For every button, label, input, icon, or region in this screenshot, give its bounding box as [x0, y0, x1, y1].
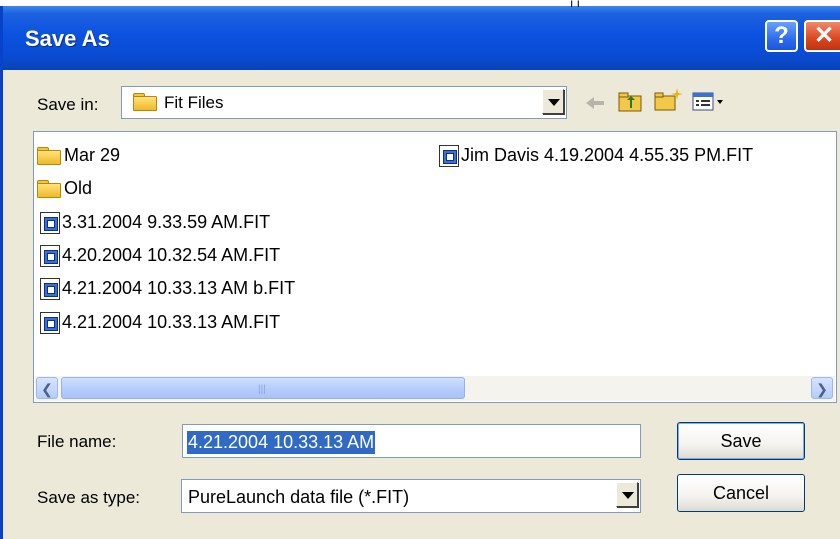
fit-file-icon	[40, 278, 60, 301]
save-as-type-dropdown-arrow[interactable]	[616, 482, 638, 507]
item-label: Old	[64, 178, 93, 198]
fit-file-icon	[40, 245, 60, 268]
save-in-dropdown-arrow[interactable]	[542, 89, 564, 114]
file-list[interactable]: Mar 29 Old 3.31.2004 9.33.59 AM.FIT 4.20…	[33, 131, 837, 403]
list-item[interactable]: 4.21.2004 10.33.13 AM b.FIT	[40, 275, 295, 301]
up-folder-icon[interactable]	[617, 90, 645, 114]
save-in-dropdown[interactable]: Fit Files	[121, 86, 567, 119]
top-edge-artifact: ı ı	[570, 0, 581, 10]
item-label: 4.21.2004 10.33.13 AM.FIT	[62, 312, 281, 332]
save-as-type-dropdown[interactable]: PureLaunch data file (*.FIT)	[181, 479, 641, 513]
list-item[interactable]: 4.21.2004 10.33.13 AM.FIT	[40, 309, 280, 335]
folder-icon	[36, 147, 62, 166]
item-label: Mar 29	[64, 145, 121, 165]
fit-file-icon	[40, 212, 60, 235]
scroll-thumb[interactable]: |||	[61, 377, 465, 399]
scroll-grip: |||	[258, 384, 266, 395]
file-name-input[interactable]: 4.21.2004 10.33.13 AM	[182, 424, 641, 458]
list-item[interactable]: Old	[36, 175, 92, 201]
save-in-label: Save in:	[37, 95, 99, 114]
save-as-dialog: Save As ? ✕ Save in: Fit Files Mar 29 Ol…	[0, 6, 840, 539]
new-folder-icon[interactable]	[653, 86, 685, 114]
horizontal-scrollbar[interactable]: ❮ ||| ❯	[35, 376, 835, 401]
cancel-button[interactable]: Cancel	[677, 474, 805, 512]
item-label: 3.31.2004 9.33.59 AM.FIT	[62, 212, 271, 232]
save-as-type-label: Save as type:	[37, 488, 141, 507]
item-label: Jim Davis 4.19.2004 4.55.35 PM.FIT	[461, 145, 754, 165]
item-label: 4.20.2004 10.32.54 AM.FIT	[62, 245, 281, 265]
save-in-value: Fit Files	[164, 93, 224, 112]
save-button[interactable]: Save	[677, 422, 805, 460]
scroll-left-button[interactable]: ❮	[36, 377, 58, 399]
help-button[interactable]: ?	[765, 20, 798, 52]
folder-icon	[132, 93, 158, 111]
file-name-value: 4.21.2004 10.33.13 AM	[187, 431, 376, 454]
scroll-right-button[interactable]: ❯	[811, 377, 833, 399]
folder-icon	[36, 180, 62, 199]
item-label: 4.21.2004 10.33.13 AM b.FIT	[62, 278, 296, 298]
list-item[interactable]: Jim Davis 4.19.2004 4.55.35 PM.FIT	[439, 142, 753, 168]
list-item[interactable]: Mar 29	[36, 142, 120, 168]
fit-file-icon	[40, 312, 60, 335]
window-title: Save As	[25, 26, 110, 51]
file-name-label: File name:	[37, 432, 117, 451]
save-as-type-value: PureLaunch data file (*.FIT)	[188, 487, 410, 507]
view-menu-icon[interactable]	[691, 90, 727, 114]
back-arrow-icon[interactable]	[583, 93, 607, 113]
list-item[interactable]: 4.20.2004 10.32.54 AM.FIT	[40, 242, 280, 268]
fit-file-icon	[439, 145, 459, 168]
title-bar[interactable]: Save As ? ✕	[3, 6, 840, 70]
list-item[interactable]: 3.31.2004 9.33.59 AM.FIT	[40, 209, 270, 235]
close-button[interactable]: ✕	[804, 20, 840, 52]
